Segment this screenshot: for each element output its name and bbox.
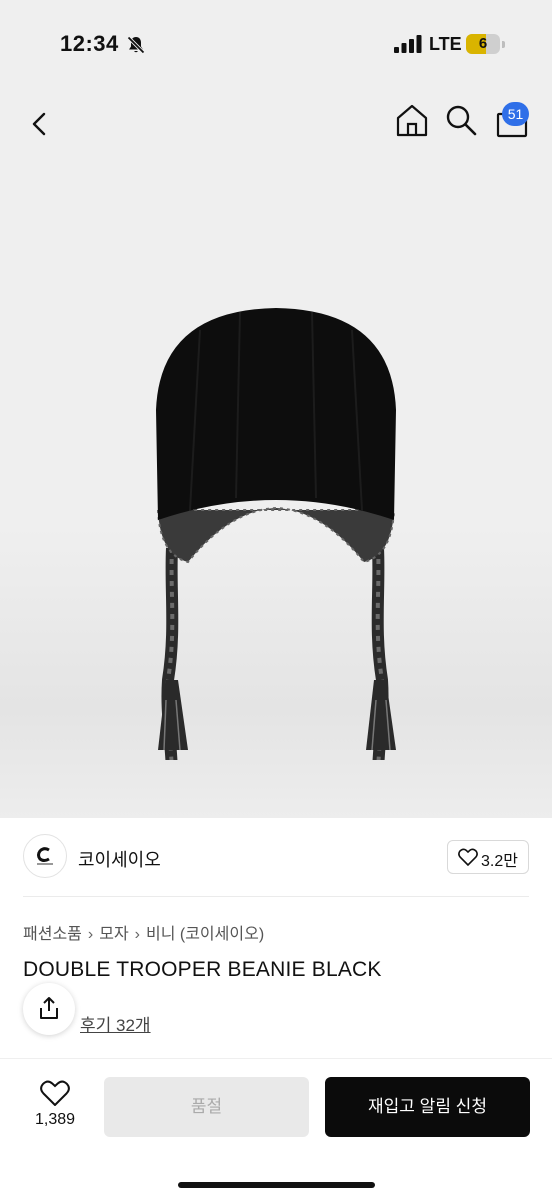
soldout-button: 품절 (104, 1077, 309, 1137)
review-link[interactable]: 후기 32개 (80, 1011, 151, 1036)
breadcrumb: 패션소품 › 모자 › 비니 (코이세이오) (23, 920, 264, 944)
carrier-label: LTE (429, 34, 462, 54)
seller-name[interactable]: 코이세이오 (78, 846, 161, 872)
share-icon (40, 997, 58, 1019)
status-bar: 12:34 LTE 6 (0, 0, 552, 90)
seller-logo-mark-icon (37, 847, 53, 865)
heart-icon (458, 848, 478, 866)
home-icon[interactable] (394, 102, 430, 138)
breadcrumb-item[interactable]: 패션소품 (23, 926, 82, 943)
bottom-action-bar: 1,389 품절 재입고 알림 신청 (0, 1058, 552, 1201)
cellular-signal-icon (394, 35, 422, 53)
restock-alert-button[interactable]: 재입고 알림 신청 (325, 1077, 530, 1137)
breadcrumb-item[interactable]: 비니 (코이세이오) (146, 926, 264, 943)
battery-percent: 6 (478, 35, 488, 52)
chevron-right-icon: › (134, 926, 140, 943)
search-icon[interactable] (444, 103, 478, 137)
brand-like-count: 3.2만 (481, 853, 518, 870)
heart-icon (40, 1080, 70, 1106)
brand-like-button[interactable]: 3.2만 (447, 840, 529, 874)
battery-icon: 6 (466, 34, 505, 54)
divider (23, 896, 529, 897)
seller-logo[interactable] (23, 834, 67, 878)
bell-off-icon (127, 36, 145, 54)
share-button[interactable] (23, 983, 75, 1035)
breadcrumb-item[interactable]: 모자 (99, 926, 128, 943)
product-title: DOUBLE TROOPER BEANIE BLACK (23, 958, 382, 981)
status-time: 12:34 (60, 31, 119, 56)
wishlist-button[interactable]: 1,389 (22, 1077, 88, 1137)
beanie-product-image (156, 308, 396, 760)
back-chevron-icon[interactable] (24, 108, 56, 140)
home-indicator[interactable] (178, 1182, 375, 1188)
product-image-area[interactable]: 51 (0, 90, 552, 818)
chevron-right-icon: › (87, 926, 94, 943)
cart-count-badge: 51 (502, 102, 529, 126)
wishlist-count: 1,389 (34, 1111, 76, 1128)
seller-row[interactable]: 코이세이오 3.2만 (0, 818, 552, 898)
